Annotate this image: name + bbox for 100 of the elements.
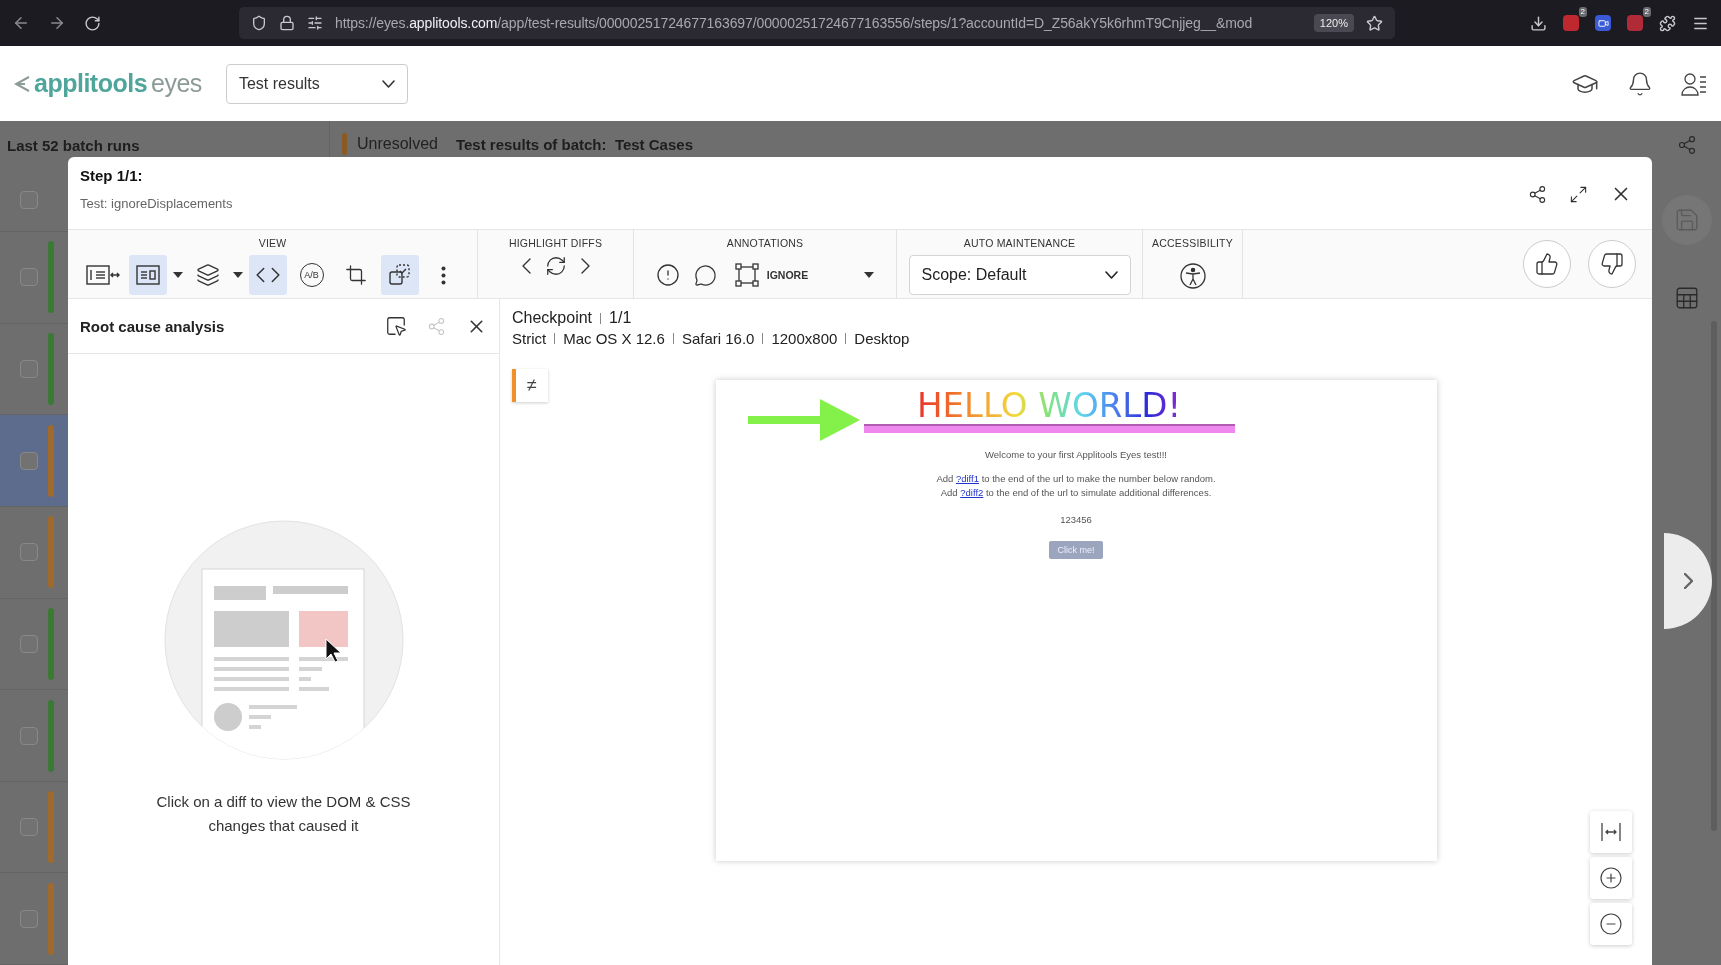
- download-icon[interactable]: [1530, 14, 1547, 32]
- extension-badge: 2: [1578, 7, 1587, 17]
- thumbs-down-button[interactable]: [1588, 240, 1636, 288]
- select-element-button[interactable]: [385, 315, 407, 337]
- zoom-out-button[interactable]: [1590, 903, 1632, 945]
- next-diff-button[interactable]: [580, 258, 590, 274]
- caret-icon[interactable]: [172, 272, 183, 278]
- share-icon: [427, 316, 446, 336]
- diff-link[interactable]: ?diff1: [955, 473, 979, 484]
- status-bar: [342, 133, 347, 155]
- checkbox[interactable]: [20, 634, 38, 653]
- checkbox[interactable]: [20, 190, 38, 209]
- arrow-icon: [747, 399, 860, 441]
- diff-marker[interactable]: ≠: [512, 369, 548, 402]
- expand-icon: [1569, 184, 1588, 204]
- overlay-icon: [387, 263, 412, 287]
- more-icon: [441, 265, 446, 285]
- instruction-text: Add ?diff2 to the end of the url to simulate additional differences.: [940, 487, 1212, 498]
- code-tool[interactable]: [248, 255, 287, 295]
- highlight-button[interactable]: [544, 255, 567, 277]
- ab-compare-tool[interactable]: A/B: [292, 255, 331, 295]
- number-text: 123456: [1060, 514, 1092, 525]
- checkbox[interactable]: [20, 818, 38, 837]
- chevron-left-icon: [521, 258, 531, 274]
- welcome-text: Welcome to your first Applitools Eyes test!!!: [985, 449, 1167, 460]
- accessibility-icon[interactable]: [1179, 263, 1206, 289]
- forward-button[interactable]: [48, 14, 66, 32]
- logo-suffix: eyes: [151, 69, 202, 98]
- checkbox[interactable]: [20, 360, 38, 379]
- chevron-right-icon: [580, 258, 590, 274]
- zoom-in-icon: [1599, 866, 1623, 890]
- fit-width-icon: [1601, 822, 1621, 842]
- thumbs-up-button[interactable]: [1523, 240, 1571, 288]
- ignore-region-button[interactable]: IGNORE: [730, 255, 813, 295]
- checkbox[interactable]: [20, 451, 38, 470]
- comment-icon: [693, 263, 717, 287]
- test-name: Test: ignoreDisplacements: [80, 196, 233, 211]
- settings-icon: [307, 15, 323, 31]
- overlay-tool[interactable]: [380, 255, 419, 295]
- comment-button[interactable]: [693, 263, 717, 287]
- cursor-icon: [385, 315, 407, 337]
- side-by-side-icon: [85, 264, 120, 286]
- zoom-out-icon: [1599, 912, 1623, 936]
- region-icon: [734, 263, 759, 287]
- view-select[interactable]: Test results: [225, 63, 408, 104]
- batch-title: Test results of batch: Test Cases: [455, 135, 693, 153]
- fit-width-button[interactable]: [1590, 811, 1632, 853]
- checkpoint-label: Checkpoint: [512, 309, 593, 327]
- zoom-in-button[interactable]: [1590, 857, 1632, 899]
- chevron-down-icon: [381, 79, 395, 88]
- address-bar[interactable]: https://eyes.applitools.com/app/test-results/00000251724677163697/00000251724677163556/steps/1?accountId=D_Z56akY5k6rhmT9Cnjjeg__&mod 120%: [239, 7, 1395, 39]
- video-extension-icon[interactable]: [1595, 15, 1611, 31]
- section-title: ACCESSIBILITY: [1152, 237, 1233, 249]
- extensions-icon[interactable]: [1659, 14, 1676, 32]
- thumbs-up-icon: [1535, 252, 1559, 276]
- share-icon[interactable]: [1676, 135, 1697, 155]
- single-view-icon: [135, 264, 160, 286]
- alert-icon: [655, 263, 680, 287]
- batch-status: Unresolved: [357, 135, 438, 153]
- crop-icon: [344, 264, 367, 286]
- single-tool[interactable]: [128, 255, 167, 295]
- user-menu-icon[interactable]: [1681, 70, 1707, 97]
- empty-state-message: Click on a diff to view the DOM & CSS changes that caused it: [155, 792, 412, 836]
- section-title: ANNOTATIONS: [726, 237, 804, 249]
- checkpoint-detail: 1200x800: [771, 330, 838, 347]
- notifications-icon[interactable]: [1627, 70, 1653, 97]
- section-title: VIEW: [258, 237, 287, 249]
- logo-text: applitools: [34, 69, 148, 98]
- zoom-level[interactable]: 120%: [1313, 14, 1354, 32]
- scope-select[interactable]: Scope: Default: [908, 255, 1131, 295]
- checkbox[interactable]: [20, 268, 38, 287]
- thumbs-down-icon: [1600, 252, 1624, 276]
- back-button[interactable]: [12, 14, 30, 32]
- caret-icon[interactable]: [864, 272, 875, 278]
- logo-icon: [14, 74, 30, 93]
- checkbox[interactable]: [20, 726, 38, 745]
- batch-runs-title: Last 52 batch runs: [6, 136, 141, 156]
- previous-diff-button[interactable]: [521, 258, 531, 274]
- lock-icon: [279, 15, 295, 31]
- layers-icon: [195, 263, 220, 287]
- caret-icon[interactable]: [232, 272, 243, 278]
- diff-link[interactable]: ?diff2: [960, 487, 984, 498]
- star-icon: [1366, 14, 1383, 32]
- panel-title: Root cause analysis: [80, 317, 225, 335]
- chevron-right-icon: [1683, 573, 1693, 589]
- checkpoint-detail: Mac OS X 12.6: [563, 330, 665, 347]
- checkpoint-detail: Safari 16.0: [681, 330, 755, 347]
- url-text: https://eyes.applitools.com/app/test-results/00000251724677163697/00000251724677163556/steps/1?accountId=D_Z56akY5k6rhmT9Cnjjeg__&mod: [335, 15, 1254, 31]
- share-button[interactable]: [1528, 183, 1547, 205]
- checkbox[interactable]: [20, 543, 38, 562]
- shield-icon: [251, 15, 267, 31]
- checkpoint-count: 1/1: [609, 309, 632, 327]
- section-title: HIGHLIGHT DIFFS: [508, 237, 603, 249]
- checkbox[interactable]: [20, 909, 38, 928]
- section-title: AUTO MAINTENANCE: [963, 237, 1076, 249]
- chevron-down-icon: [1104, 271, 1118, 279]
- step-title: Step 1/1:: [80, 167, 144, 184]
- issue-button[interactable]: [655, 263, 680, 287]
- reload-button[interactable]: [84, 14, 101, 32]
- checkpoint-detail: Strict: [512, 330, 547, 347]
